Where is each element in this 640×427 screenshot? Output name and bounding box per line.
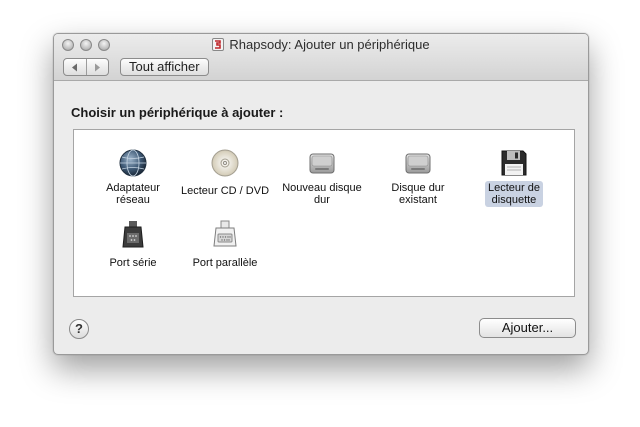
device-label: Adaptateur réseau	[106, 182, 160, 206]
existing-hard-disk-icon	[405, 153, 431, 174]
cd-dvd-icon	[211, 149, 239, 177]
device-parallel-port[interactable]: Port parallèle	[177, 219, 273, 271]
title-bar: Rhapsody: Ajouter un périphérique Tout a…	[54, 34, 588, 81]
back-button[interactable]	[64, 59, 87, 75]
rhapsody-app-icon	[212, 38, 225, 51]
device-label: Port série	[109, 257, 157, 269]
window-title: Rhapsody: Ajouter un périphérique	[54, 37, 588, 52]
device-floppy-drive[interactable]: Lecteur de disquette	[466, 147, 562, 208]
device-new-hard-disk[interactable]: Nouveau disque dur	[274, 147, 370, 208]
device-label: Lecteur de disquette	[485, 181, 543, 207]
show-all-button[interactable]: Tout afficher	[120, 58, 209, 76]
forward-button[interactable]	[87, 59, 109, 75]
back-forward-control	[63, 58, 109, 76]
network-globe-icon	[119, 149, 147, 177]
device-list-panel: Adaptateur réseau Lecteur CD / DVD Nouve…	[73, 129, 575, 297]
device-label: Nouveau disque dur	[282, 182, 362, 206]
new-hard-disk-icon	[309, 153, 335, 174]
chevron-right-icon	[94, 63, 100, 71]
device-label: Disque dur existant	[391, 182, 445, 206]
device-label: Lecteur CD / DVD	[180, 185, 270, 197]
floppy-disk-icon	[501, 150, 527, 176]
device-existing-hard-disk[interactable]: Disque dur existant	[370, 147, 466, 208]
chevron-left-icon	[72, 63, 78, 71]
add-button[interactable]: Ajouter...	[479, 318, 576, 338]
device-label: Port parallèle	[192, 257, 258, 269]
device-network-adapter[interactable]: Adaptateur réseau	[85, 147, 181, 208]
window-title-text: Rhapsody: Ajouter un périphérique	[229, 37, 430, 52]
serial-port-icon	[122, 221, 144, 248]
section-heading: Choisir un périphérique à ajouter :	[71, 105, 284, 120]
dialog-window: Rhapsody: Ajouter un périphérique Tout a…	[53, 33, 589, 355]
parallel-port-icon	[213, 220, 237, 247]
device-cd-dvd-drive[interactable]: Lecteur CD / DVD	[177, 147, 273, 199]
help-button[interactable]: ?	[69, 319, 89, 339]
device-serial-port[interactable]: Port série	[85, 219, 181, 271]
